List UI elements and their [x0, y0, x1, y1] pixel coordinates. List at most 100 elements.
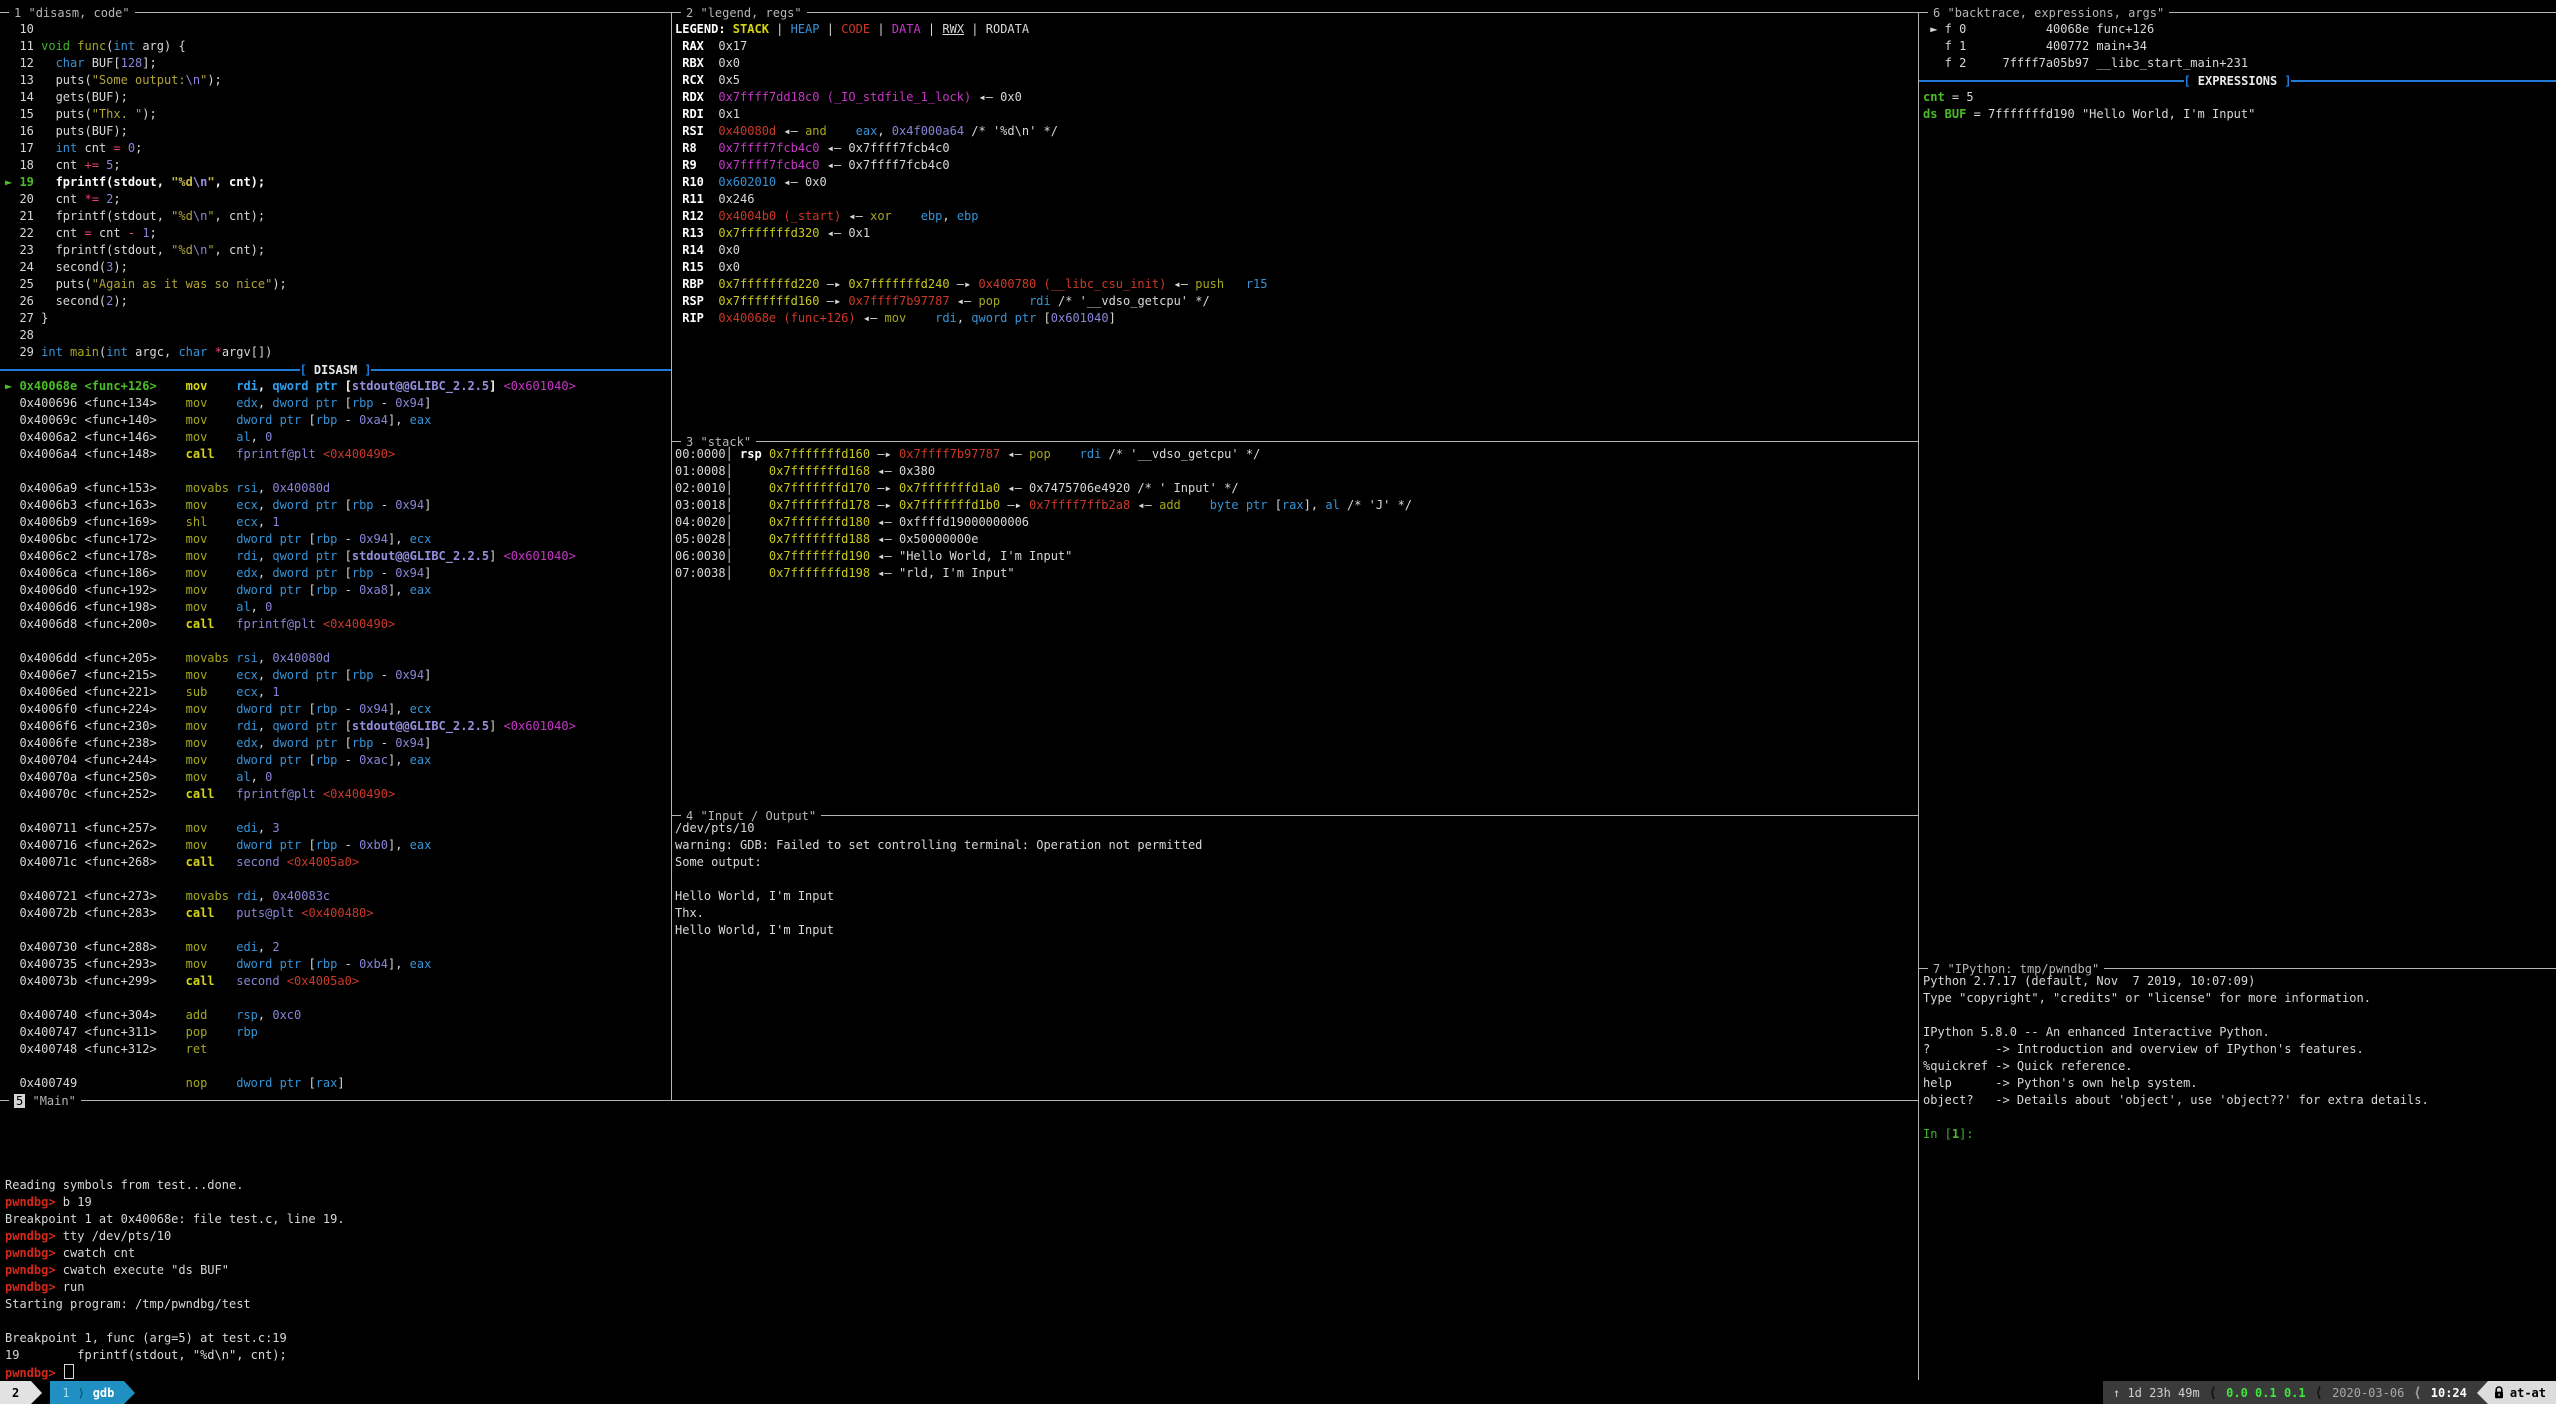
- text-segment: 19 fprintf(stdout, "%d\n", cnt);: [5, 1348, 287, 1362]
- text-segment: [207, 940, 236, 954]
- terminal-line: 05:0028│ 0x7fffffffd188 ◂— 0x50000000e: [675, 531, 1915, 548]
- terminal-line: 0x4006bc <func+172> mov dword ptr [rbp -…: [5, 531, 665, 548]
- border-line: [135, 12, 671, 13]
- text-segment: ,: [258, 566, 272, 580]
- text-segment: <0x601040>: [504, 719, 576, 733]
- text-segment: 0x4006fe <func+238>: [5, 736, 186, 750]
- gdb-console-pane[interactable]: Reading symbols from test...done.pwndbg>…: [5, 1177, 1915, 1381]
- text-segment: ]: [424, 498, 431, 512]
- terminal-line: object? -> Details about 'object', use '…: [1923, 1092, 2553, 1109]
- disassembly-pane[interactable]: ► 0x40068e <func+126> mov rdi, qword ptr…: [5, 378, 665, 1092]
- terminal-line: [5, 1058, 665, 1075]
- backtrace-pane[interactable]: ► f 0 40068e func+126 f 1 400772 main+34…: [1923, 21, 2553, 72]
- terminal-line: 23 fprintf(stdout, "%d\n", cnt);: [5, 242, 665, 259]
- text-segment: ◂—: [856, 311, 885, 325]
- text-segment: 0x94: [395, 498, 424, 512]
- terminal-line: pwndbg> cwatch cnt: [5, 1245, 1915, 1262]
- terminal-line: [1923, 1007, 2553, 1024]
- text-segment: +=: [84, 158, 98, 172]
- text-segment: rbp: [352, 668, 374, 682]
- pane-number: 1: [14, 6, 21, 20]
- text-segment: run: [63, 1280, 85, 1294]
- terminal-line: 0x4006f0 <func+224> mov dword ptr [rbp -…: [5, 701, 665, 718]
- text-segment: -: [337, 702, 359, 716]
- terminal-line: [5, 803, 665, 820]
- text-segment: 0x601040: [1051, 311, 1109, 325]
- text-segment: char: [178, 345, 207, 359]
- terminal-line: 0x4006d0 <func+192> mov dword ptr [rbp -…: [5, 582, 665, 599]
- text-segment: —▸: [950, 277, 979, 291]
- text-segment: 0x400711 <func+257>: [5, 821, 186, 835]
- expressions-pane[interactable]: cnt = 5ds BUF = 7fffffffd190 "Hello Worl…: [1923, 89, 2553, 123]
- text-segment: r15: [1246, 277, 1268, 291]
- text-segment: pwndbg>: [5, 1280, 63, 1294]
- source-code-pane[interactable]: 10 11 void func(int arg) { 12 char BUF[1…: [5, 21, 665, 361]
- text-segment: RSI: [675, 124, 711, 138]
- terminal-line: 0x4006a4 <func+148> call fprintf@plt <0x…: [5, 446, 665, 463]
- text-segment: -: [337, 583, 359, 597]
- text-segment: add: [186, 1008, 208, 1022]
- text-segment: RIP: [675, 311, 711, 325]
- text-segment: 0x94: [395, 668, 424, 682]
- text-segment: 0x40072b <func+283>: [5, 906, 186, 920]
- text-segment: ret: [186, 1042, 208, 1056]
- text-segment: R14: [675, 243, 711, 257]
- stack-pane[interactable]: 00:0000│ rsp 0x7fffffffd160 —▸ 0x7ffff7b…: [675, 446, 1915, 582]
- terminal-line: ? -> Introduction and overview of IPytho…: [1923, 1041, 2553, 1058]
- text-segment: pwndbg>: [5, 1246, 63, 1260]
- text-segment: 0x0: [711, 56, 740, 70]
- text-segment: fprintf(stdout,: [34, 175, 171, 189]
- text-segment: <0x400490>: [323, 787, 395, 801]
- text-segment: call: [186, 974, 215, 988]
- text-segment: 0: [265, 430, 272, 444]
- terminal-line: 00:0000│ rsp 0x7fffffffd160 —▸ 0x7ffff7b…: [675, 446, 1915, 463]
- text-segment: pop: [1029, 447, 1051, 461]
- pane-border-vertical-right[interactable]: [1918, 12, 1919, 1380]
- border-line: [756, 441, 1918, 442]
- text-segment: ]: [489, 549, 503, 563]
- text-segment: [207, 957, 236, 971]
- text-segment: mov: [186, 379, 208, 393]
- text-segment: mov: [186, 940, 208, 954]
- text-segment: [: [1036, 311, 1050, 325]
- terminal-line: 0x4006a2 <func+146> mov al, 0: [5, 429, 665, 446]
- terminal-line: 29 int main(int argc, char *argv[]): [5, 344, 665, 361]
- text-segment: [: [337, 379, 351, 393]
- text-segment: 0x4006bc <func+172>: [5, 532, 186, 546]
- text-segment: int: [56, 141, 78, 155]
- text-segment: 0x7ffff7ffb2a8: [1029, 498, 1130, 512]
- text-segment: 0x7fffffffd190: [769, 549, 870, 563]
- text-segment: dword ptr: [236, 957, 301, 971]
- text-segment: dword ptr: [272, 668, 337, 682]
- text-segment: rbp: [352, 736, 374, 750]
- text-segment: [316, 617, 323, 631]
- text-segment: 0x94: [395, 396, 424, 410]
- border-line: [0, 12, 9, 13]
- terminal-line: 0x400696 <func+134> mov edx, dword ptr […: [5, 395, 665, 412]
- terminal-line: [5, 990, 665, 1007]
- text-segment: |: [769, 22, 791, 36]
- session-name-tab[interactable]: 2: [0, 1381, 31, 1404]
- text-segment: ],: [388, 583, 410, 597]
- registers-pane[interactable]: LEGEND: STACK | HEAP | CODE | DATA | RWX…: [675, 21, 1915, 327]
- program-io-pane[interactable]: /dev/pts/10warning: GDB: Failed to set c…: [675, 820, 1915, 939]
- text-segment: [906, 311, 935, 325]
- text-segment: 0x7fffffffd1b0: [899, 498, 1000, 512]
- text-segment: 0x0: [711, 243, 740, 257]
- terminal-line: 0x4006e7 <func+215> mov ecx, dword ptr […: [5, 667, 665, 684]
- text-segment: [207, 345, 214, 359]
- text-segment: -: [374, 736, 396, 750]
- text-segment: void: [41, 39, 70, 53]
- text-segment: 05:0028│: [675, 532, 769, 546]
- text-segment: 0x5: [711, 73, 740, 87]
- text-segment: 0x400721 <func+273>: [5, 889, 186, 903]
- pane-border-vertical-left[interactable]: [671, 12, 672, 1100]
- window-tab-gdb[interactable]: 1 ⟩ gdb: [50, 1381, 124, 1404]
- ipython-pane[interactable]: Python 2.7.17 (default, Nov 7 2019, 10:0…: [1923, 973, 2553, 1143]
- text-segment: mov: [186, 430, 208, 444]
- text-segment: Breakpoint 1, func (arg=5) at test.c:19: [5, 1331, 287, 1345]
- text-segment: stdout@@GLIBC_2.2.5: [352, 379, 489, 393]
- text-segment: -: [374, 668, 396, 682]
- text-segment: ],: [388, 957, 410, 971]
- text-segment: [207, 736, 236, 750]
